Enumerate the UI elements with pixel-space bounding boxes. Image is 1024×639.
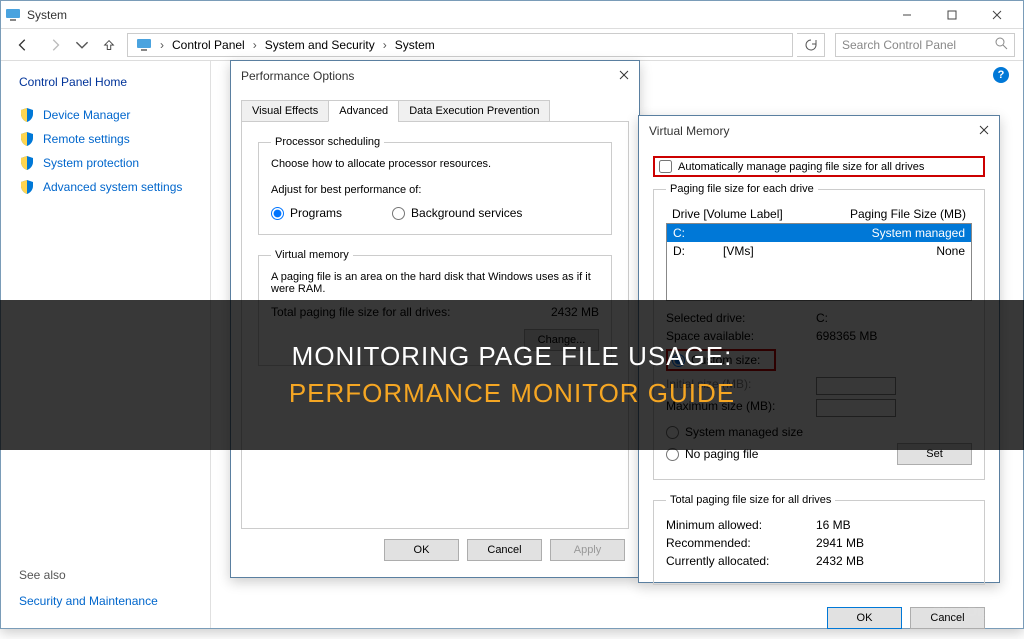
dialog-title: Performance Options <box>241 69 354 83</box>
overlay-line1: MONITORING PAGE FILE USAGE: <box>292 341 733 372</box>
system-icon <box>5 7 21 23</box>
overlay-banner: MONITORING PAGE FILE USAGE: PERFORMANCE … <box>0 300 1024 450</box>
breadcrumb-seg[interactable]: System and Security <box>259 34 381 56</box>
watermark: ShunDigital <box>932 603 1010 619</box>
sidebar-item-device-manager[interactable]: Device Manager <box>19 103 192 127</box>
close-icon[interactable] <box>979 124 989 138</box>
chevron-right-icon: › <box>158 38 166 52</box>
maximize-button[interactable] <box>929 1 974 29</box>
dialog-titlebar: Performance Options <box>231 61 639 91</box>
recent-button[interactable] <box>73 31 91 59</box>
control-panel-home-link[interactable]: Control Panel Home <box>19 75 192 89</box>
breadcrumb-icon <box>130 34 158 56</box>
drive-row[interactable]: C: System managed <box>667 224 971 242</box>
processor-scheduling-group: Processor scheduling Choose how to alloc… <box>258 136 612 235</box>
dialog-title: Virtual Memory <box>649 124 729 138</box>
chevron-right-icon: › <box>381 38 389 52</box>
sidebar-item-advanced-settings[interactable]: Advanced system settings <box>19 175 192 199</box>
seealso: See also Security and Maintenance <box>19 568 158 608</box>
tab-dep[interactable]: Data Execution Prevention <box>398 100 550 122</box>
titlebar: System <box>1 1 1023 29</box>
close-button[interactable] <box>974 1 1019 29</box>
forward-button[interactable] <box>41 31 69 59</box>
search-icon <box>995 37 1008 53</box>
chevron-right-icon: › <box>251 38 259 52</box>
up-button[interactable] <box>95 31 123 59</box>
shield-icon <box>19 107 35 123</box>
seealso-link[interactable]: Security and Maintenance <box>19 594 158 608</box>
sidebar-item-system-protection[interactable]: System protection <box>19 151 192 175</box>
sidebar-item-remote-settings[interactable]: Remote settings <box>19 127 192 151</box>
radio-programs[interactable]: Programs <box>271 206 342 220</box>
drive-list[interactable]: C: System managed D: [VMs] None <box>666 223 972 301</box>
dialog-titlebar: Virtual Memory <box>639 116 999 146</box>
tab-advanced[interactable]: Advanced <box>328 100 399 122</box>
shield-icon <box>19 155 35 171</box>
window-title: System <box>27 8 884 22</box>
shield-icon <box>19 179 35 195</box>
overlay-line2: PERFORMANCE MONITOR GUIDE <box>289 378 735 409</box>
breadcrumb[interactable]: › Control Panel › System and Security › … <box>127 33 793 57</box>
help-icon[interactable]: ? <box>993 67 1009 83</box>
ok-button[interactable]: OK <box>827 607 902 629</box>
shield-icon <box>19 131 35 147</box>
breadcrumb-seg[interactable]: Control Panel <box>166 34 251 56</box>
auto-manage-checkbox[interactable]: Automatically manage paging file size fo… <box>653 156 985 177</box>
breadcrumb-seg[interactable]: System <box>389 34 441 56</box>
back-button[interactable] <box>9 31 37 59</box>
tab-bar: Visual Effects Advanced Data Execution P… <box>231 91 639 121</box>
cancel-button[interactable]: Cancel <box>467 539 542 561</box>
toolbar: › Control Panel › System and Security › … <box>1 29 1023 61</box>
search-placeholder: Search Control Panel <box>842 38 956 52</box>
apply-button[interactable]: Apply <box>550 539 625 561</box>
tab-visual-effects[interactable]: Visual Effects <box>241 100 329 122</box>
total-paging-group: Total paging file size for all drives Mi… <box>653 494 985 585</box>
refresh-button[interactable] <box>797 33 825 57</box>
ok-button[interactable]: OK <box>384 539 459 561</box>
search-input[interactable]: Search Control Panel <box>835 33 1015 57</box>
close-icon[interactable] <box>619 69 629 83</box>
drive-row[interactable]: D: [VMs] None <box>667 242 971 260</box>
radio-background-services[interactable]: Background services <box>392 206 522 220</box>
minimize-button[interactable] <box>884 1 929 29</box>
